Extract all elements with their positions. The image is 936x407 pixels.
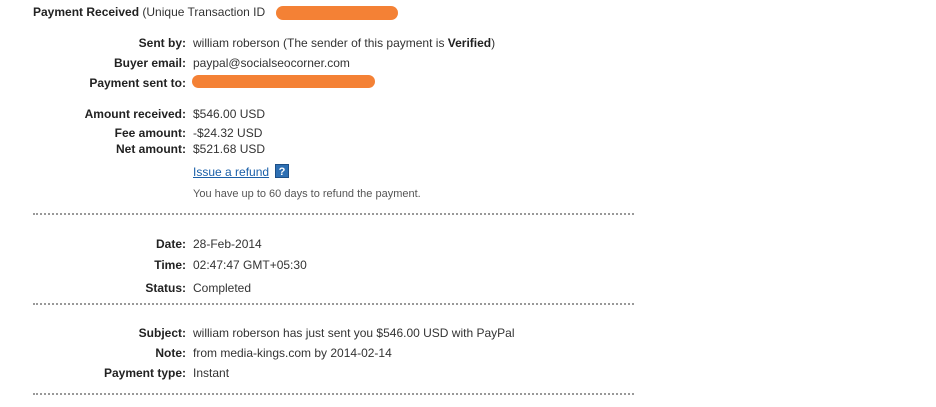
net-amount-value: $521.68 USD [193, 142, 266, 156]
subject-value: william roberson has just sent you $546.… [193, 326, 515, 340]
time-label: Time: [154, 258, 186, 272]
fee-amount-value: -$24.32 USD [193, 126, 263, 140]
note-label: Note: [155, 346, 186, 360]
page-title: Payment Received (Unique Transaction ID [33, 5, 265, 19]
buyer-email-label: Buyer email: [113, 56, 186, 70]
time-value: 02:47:47 GMT+05:30 [193, 258, 307, 272]
page-title-bold: Payment Received [33, 5, 140, 19]
status-value: Completed [193, 281, 252, 295]
divider [33, 303, 634, 305]
issue-refund-link[interactable]: Issue a refund [193, 165, 269, 179]
sent-by-label: Sent by: [138, 36, 186, 50]
amount-received-label: Amount received: [84, 107, 186, 121]
amount-received-value: $546.00 USD [193, 107, 266, 121]
redaction-mark-recipient [192, 75, 375, 88]
sent-by-close: ) [491, 36, 496, 50]
page-title-rest: (Unique Transaction ID [139, 5, 266, 19]
date-label: Date: [155, 237, 186, 251]
payment-sent-to-label: Payment sent to: [89, 76, 186, 90]
note-value: from media-kings.com by 2014-02-14 [193, 346, 392, 360]
redaction-mark-transaction-id [276, 6, 398, 20]
date-value: 28-Feb-2014 [193, 237, 262, 251]
status-label: Status: [145, 281, 186, 295]
buyer-email-value: paypal@socialseocorner.com [193, 56, 350, 70]
subject-label: Subject: [138, 326, 186, 340]
divider [33, 393, 634, 395]
sent-by-value: william roberson (The sender of this pay… [193, 36, 495, 50]
payment-type-value: Instant [193, 366, 230, 380]
verified-status: Verified [447, 36, 492, 50]
refund-note: You have up to 60 days to refund the pay… [193, 188, 421, 200]
divider [33, 213, 634, 215]
payment-type-label: Payment type: [103, 366, 186, 380]
fee-amount-label: Fee amount: [114, 126, 186, 140]
net-amount-label: Net amount: [116, 142, 186, 156]
help-icon[interactable]: ? [275, 164, 289, 178]
sent-by-text: william roberson (The sender of this pay… [193, 36, 448, 50]
